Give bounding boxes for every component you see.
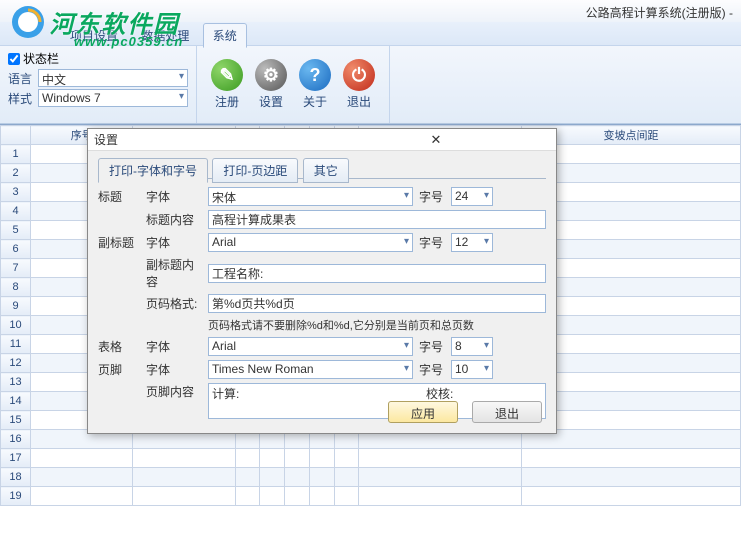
exit-button[interactable]: 退出 [472, 401, 542, 423]
dialog-tabs: 打印-字体和字号 打印-页边距 其它 [98, 157, 546, 179]
menu-system[interactable]: 系统 [203, 23, 247, 48]
sub-content-input[interactable] [208, 264, 546, 283]
footer-font-combo[interactable]: Times New Roman [208, 360, 413, 379]
table-font-combo[interactable]: Arial [208, 337, 413, 356]
close-icon[interactable]: ✕ [322, 132, 550, 148]
exit-icon: ⏻ [343, 59, 375, 91]
statusbar-label: 状态栏 [23, 50, 59, 67]
tool-set[interactable]: ⚙设置 [249, 57, 293, 112]
about-icon: ? [299, 59, 331, 91]
tab-print-margin[interactable]: 打印-页边距 [212, 158, 298, 183]
section-table: 表格 [98, 338, 140, 355]
label-size2: 字号 [419, 234, 445, 251]
section-footer: 页脚 [98, 361, 140, 378]
set-icon: ⚙ [255, 59, 287, 91]
statusbar-checkbox[interactable] [8, 53, 20, 65]
menu-project[interactable]: 项目设置 [60, 23, 128, 48]
reg-icon: ✎ [211, 59, 243, 91]
label-footer-content: 页脚内容 [146, 383, 202, 400]
ribbon: 状态栏 语言 中文 样式 Windows 7 ✎注册⚙设置?关于⏻退出 [0, 46, 741, 124]
page-format-input[interactable] [208, 294, 546, 313]
tool-reg[interactable]: ✎注册 [205, 57, 249, 112]
title-content-input[interactable] [208, 210, 546, 229]
label-size: 字号 [419, 188, 445, 205]
sub-size-combo[interactable]: 12 [451, 233, 493, 252]
sub-font-combo[interactable]: Arial [208, 233, 413, 252]
label-font2: 字体 [146, 234, 202, 251]
dialog-title: 设置 [94, 131, 322, 148]
app-titlebar: 公路高程计算系统(注册版) - [0, 0, 741, 22]
tool-about[interactable]: ?关于 [293, 57, 337, 112]
ribbon-group-tools: ✎注册⚙设置?关于⏻退出 [197, 46, 390, 123]
label-size4: 字号 [419, 361, 445, 378]
lang-label: 语言 [8, 70, 34, 87]
footer-size-combo[interactable]: 10 [451, 360, 493, 379]
lang-combo[interactable]: 中文 [38, 69, 188, 87]
table-size-combo[interactable]: 8 [451, 337, 493, 356]
label-title-content: 标题内容 [146, 211, 202, 228]
label-sub-content: 副标题内容 [146, 256, 202, 290]
tab-print-font[interactable]: 打印-字体和字号 [98, 158, 208, 183]
settings-dialog: 设置 ✕ 打印-字体和字号 打印-页边距 其它 标题 字体 宋体 字号 24 标… [87, 128, 557, 434]
tab-other[interactable]: 其它 [303, 158, 349, 183]
section-title: 标题 [98, 188, 140, 205]
label-size3: 字号 [419, 338, 445, 355]
label-page-format: 页码格式: [146, 295, 202, 312]
style-combo[interactable]: Windows 7 [38, 89, 188, 107]
app-title: 公路高程计算系统(注册版) - [586, 6, 733, 20]
apply-button[interactable]: 应用 [388, 401, 458, 423]
menubar: 项目设置 数据处理 系统 [0, 22, 741, 46]
tool-exit[interactable]: ⏻退出 [337, 57, 381, 112]
style-label: 样式 [8, 90, 34, 107]
menu-data[interactable]: 数据处理 [131, 23, 199, 48]
title-font-combo[interactable]: 宋体 [208, 187, 413, 206]
page-format-hint: 页码格式请不要删除%d和%d,它分别是当前页和总页数 [208, 317, 474, 333]
section-subtitle: 副标题 [98, 234, 140, 251]
ribbon-group-view: 状态栏 语言 中文 样式 Windows 7 [0, 46, 197, 123]
label-font3: 字体 [146, 338, 202, 355]
title-size-combo[interactable]: 24 [451, 187, 493, 206]
label-font: 字体 [146, 188, 202, 205]
label-font4: 字体 [146, 361, 202, 378]
